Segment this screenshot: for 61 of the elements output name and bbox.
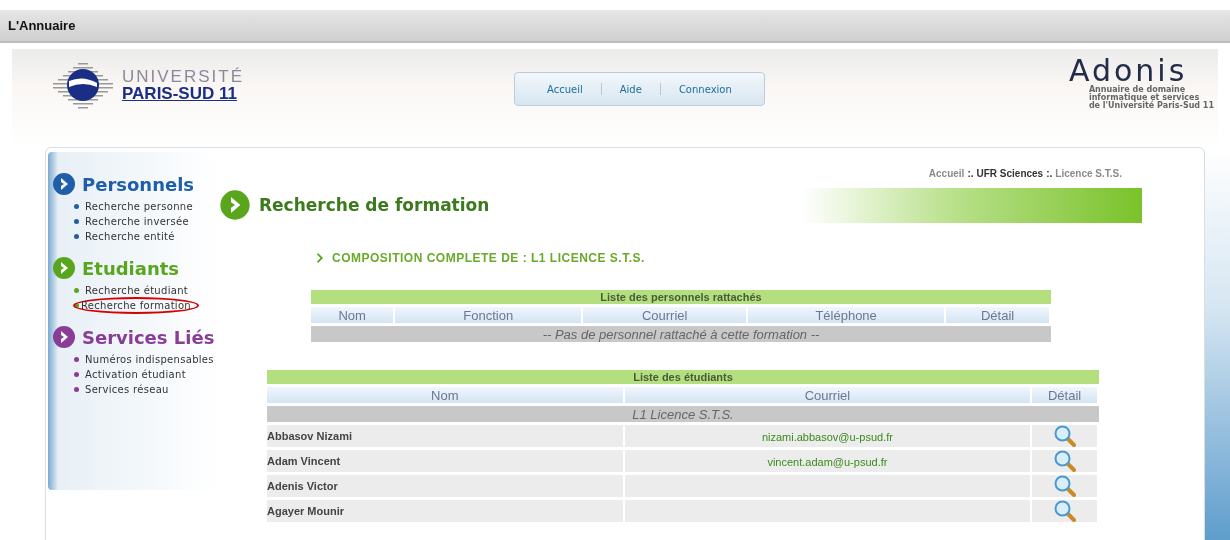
section-title: Services Liés (82, 326, 215, 348)
search-icon[interactable] (1053, 500, 1076, 522)
column-header: Détail (1032, 387, 1099, 403)
university-name: PARIS-SUD 11 (122, 85, 238, 102)
section-heading: COMPOSITION COMPLETE DE : L1 LICENCE S.T.S. (332, 251, 645, 265)
sidebar-link[interactable]: Recherche entité (85, 231, 175, 242)
bullet-icon (74, 303, 79, 308)
table-cell: Abbasov Nizami (267, 425, 625, 447)
sidebar-link[interactable]: Recherche personne (85, 201, 193, 212)
column-header: Courriel (624, 387, 1033, 403)
bullet-icon (74, 204, 79, 209)
sidebar-link[interactable]: Recherche inversée (85, 216, 189, 227)
search-icon[interactable] (1053, 450, 1076, 472)
column-header: Téléphone (748, 307, 947, 323)
brand-tagline: Annuaire de domaine (1088, 86, 1186, 94)
section-title: Personnels (82, 173, 195, 195)
search-icon[interactable] (1053, 475, 1076, 497)
university-name: UNIVERSITÉ (122, 68, 245, 85)
arrow-circle-icon (219, 189, 251, 221)
bullet-icon (74, 234, 79, 239)
arrow-circle-icon (52, 325, 76, 349)
brand-logo: Adonis (1068, 56, 1188, 86)
column-header: Détail (946, 307, 1051, 323)
table-cell: Adenis Victor (267, 475, 625, 497)
breadcrumb-link[interactable]: Accueil (928, 168, 965, 179)
column-header: Courriel (583, 307, 749, 323)
bullet-icon (74, 219, 79, 224)
sidebar-link[interactable]: Activation étudiant (85, 369, 186, 380)
email-link[interactable]: vincent.adam@u-psud.fr (767, 455, 888, 468)
nav-link[interactable]: Connexion (660, 83, 750, 95)
nav-link[interactable]: Accueil (529, 83, 601, 95)
chevron-icon (317, 253, 324, 263)
bullet-icon (74, 372, 79, 377)
app-title: L'Annuaire (8, 18, 76, 33)
sidebar-link[interactable]: Services réseau (85, 384, 169, 395)
table-title: Liste des étudiants (267, 370, 1099, 384)
group-row: L1 Licence S.T.S. (267, 406, 1099, 422)
column-header: Nom (311, 307, 396, 323)
column-header: Nom (267, 387, 625, 403)
search-icon[interactable] (1053, 425, 1076, 447)
nav-link[interactable]: Aide (601, 83, 660, 95)
arrow-circle-icon (52, 172, 76, 196)
empty-message: -- Pas de personnel rattaché à cette formation -- (311, 326, 1051, 342)
breadcrumb-separator: :. (967, 168, 974, 179)
bullet-icon (74, 288, 79, 293)
column-header: Fonction (395, 307, 584, 323)
sidebar-link[interactable]: Numéros indispensables (85, 354, 214, 365)
bullet-icon (74, 357, 79, 362)
brand-tagline: de l'Université Paris-Sud 11 (1088, 102, 1214, 110)
breadcrumb-link[interactable]: Licence S.T.S. (1055, 168, 1122, 179)
table-title: Liste des personnels rattachés (311, 290, 1051, 304)
sidebar-link[interactable]: Recherche étudiant (85, 285, 189, 296)
email-link[interactable]: nizami.abbasov@u-psud.fr (761, 430, 893, 443)
arrow-circle-icon (52, 256, 76, 280)
breadcrumb-separator: :. (1046, 168, 1053, 179)
sidebar-link[interactable]: Recherche formation (73, 297, 199, 314)
table-cell: Adam Vincent (267, 450, 625, 472)
page-title: Recherche de formation (259, 195, 490, 215)
section-title: Etudiants (82, 257, 180, 279)
bullet-icon (74, 387, 79, 392)
table-cell: Agayer Mounir (267, 500, 625, 522)
